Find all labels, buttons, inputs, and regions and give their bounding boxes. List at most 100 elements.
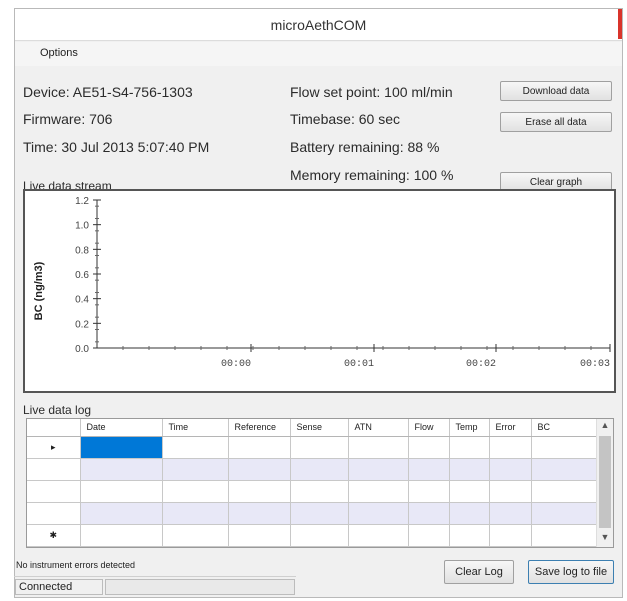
- row-header-corner: [27, 419, 81, 437]
- table-cell[interactable]: [489, 502, 532, 525]
- close-icon[interactable]: [618, 9, 622, 39]
- table-cell[interactable]: [531, 480, 599, 503]
- table-cell[interactable]: [228, 480, 291, 503]
- table-cell[interactable]: [449, 436, 490, 459]
- table-cell[interactable]: [80, 480, 163, 503]
- table-cell[interactable]: [348, 436, 409, 459]
- table-cell[interactable]: [531, 524, 599, 547]
- y-tick-label: 1.0: [75, 221, 89, 232]
- table-cell[interactable]: [80, 458, 163, 481]
- table-cell[interactable]: [489, 524, 532, 547]
- table-row[interactable]: [27, 480, 599, 503]
- table-cell[interactable]: [408, 436, 450, 459]
- scroll-up-icon[interactable]: ▲: [597, 420, 613, 435]
- flow-setpoint-label: Flow set point: 100 ml/min: [290, 84, 453, 100]
- x-tick-label: 00:01: [344, 359, 374, 370]
- menu-options[interactable]: Options: [36, 46, 82, 60]
- table-cell[interactable]: [162, 436, 229, 459]
- table-cell[interactable]: [449, 480, 490, 503]
- status-bar: Connected: [14, 576, 296, 596]
- firmware-label: Firmware: 706: [23, 111, 113, 127]
- table-cell[interactable]: [162, 458, 229, 481]
- new-row-indicator: ✱: [27, 524, 81, 547]
- table-cell[interactable]: [290, 480, 349, 503]
- col-header-temp[interactable]: Temp: [449, 419, 490, 437]
- connection-status: Connected: [15, 579, 103, 595]
- x-tick-label: 00:02: [466, 359, 496, 370]
- table-cell[interactable]: [290, 502, 349, 525]
- table-cell[interactable]: [228, 436, 291, 459]
- timebase-label: Timebase: 60 sec: [290, 111, 400, 127]
- y-tick-label: 0.4: [75, 295, 89, 306]
- scroll-thumb[interactable]: [599, 436, 611, 528]
- row-indicator: [27, 458, 81, 481]
- table-row[interactable]: [27, 502, 599, 525]
- table-cell[interactable]: [408, 480, 450, 503]
- table-cell[interactable]: [290, 436, 349, 459]
- scroll-down-icon[interactable]: ▼: [597, 532, 613, 547]
- y-tick-label: 0.8: [75, 245, 89, 256]
- col-header-bc[interactable]: BC: [531, 419, 599, 437]
- clear-log-button[interactable]: Clear Log: [444, 560, 514, 584]
- col-header-time[interactable]: Time: [162, 419, 229, 437]
- y-tick-label: 0.0: [75, 344, 89, 355]
- table-cell[interactable]: [531, 436, 599, 459]
- table-cell[interactable]: [290, 458, 349, 481]
- col-header-flow[interactable]: Flow: [408, 419, 450, 437]
- row-indicator: [27, 480, 81, 503]
- table-cell[interactable]: [348, 502, 409, 525]
- col-header-sense[interactable]: Sense: [290, 419, 349, 437]
- table-cell[interactable]: [348, 524, 409, 547]
- vertical-scrollbar[interactable]: ▲ ▼: [596, 419, 613, 547]
- table-cell[interactable]: [162, 480, 229, 503]
- table-row[interactable]: [27, 458, 599, 481]
- table-cell[interactable]: [228, 502, 291, 525]
- live-data-graph[interactable]: 0.0 0.2 0.4 0.6 0.8 1.0 1.2 00:00 00:01 00:02 00:…: [23, 189, 616, 393]
- selected-cell[interactable]: [80, 436, 163, 459]
- table-cell[interactable]: [408, 502, 450, 525]
- y-axis-label: BC (ng/m3): [33, 261, 45, 320]
- x-tick-label: 00:03: [580, 359, 610, 370]
- log-table: Date Time Reference Sense ATN Flow Temp …: [27, 419, 599, 547]
- erase-all-data-button[interactable]: Erase all data: [500, 112, 612, 132]
- table-cell[interactable]: [228, 458, 291, 481]
- data-log-grid[interactable]: Date Time Reference Sense ATN Flow Temp …: [26, 418, 614, 548]
- table-cell[interactable]: [348, 480, 409, 503]
- row-indicator: [27, 502, 81, 525]
- live-data-log-label: Live data log: [23, 403, 92, 417]
- table-row[interactable]: ▸: [27, 436, 599, 459]
- save-log-button[interactable]: Save log to file: [528, 560, 614, 584]
- table-cell[interactable]: [80, 524, 163, 547]
- col-header-date[interactable]: Date: [80, 419, 163, 437]
- table-cell[interactable]: [489, 480, 532, 503]
- x-tick-label: 00:00: [221, 359, 251, 370]
- col-header-reference[interactable]: Reference: [228, 419, 291, 437]
- table-cell[interactable]: [449, 502, 490, 525]
- table-cell[interactable]: [449, 524, 490, 547]
- download-data-button[interactable]: Download data: [500, 81, 612, 101]
- time-label: Time: 30 Jul 2013 5:07:40 PM: [23, 139, 210, 155]
- chart-axes: [96, 200, 610, 349]
- new-row[interactable]: ✱: [27, 524, 599, 547]
- col-header-error[interactable]: Error: [489, 419, 532, 437]
- title-bar[interactable]: microAethCOM: [15, 9, 622, 41]
- table-cell[interactable]: [80, 502, 163, 525]
- table-cell[interactable]: [531, 502, 599, 525]
- table-cell[interactable]: [489, 458, 532, 481]
- table-cell[interactable]: [228, 524, 291, 547]
- row-indicator: ▸: [27, 436, 81, 459]
- memory-label: Memory remaining: 100 %: [290, 167, 454, 183]
- table-cell[interactable]: [408, 458, 450, 481]
- table-cell[interactable]: [449, 458, 490, 481]
- col-header-atn[interactable]: ATN: [348, 419, 409, 437]
- error-status-message: No instrument errors detected: [16, 560, 136, 570]
- bc-chart: 0.0 0.2 0.4 0.6 0.8 1.0 1.2 00:00 00:01 00:02 00:…: [33, 196, 611, 370]
- table-cell[interactable]: [531, 458, 599, 481]
- window-title: microAethCOM: [270, 17, 367, 33]
- table-cell[interactable]: [348, 458, 409, 481]
- table-cell[interactable]: [162, 502, 229, 525]
- table-cell[interactable]: [162, 524, 229, 547]
- table-cell[interactable]: [489, 436, 532, 459]
- table-cell[interactable]: [408, 524, 450, 547]
- table-cell[interactable]: [290, 524, 349, 547]
